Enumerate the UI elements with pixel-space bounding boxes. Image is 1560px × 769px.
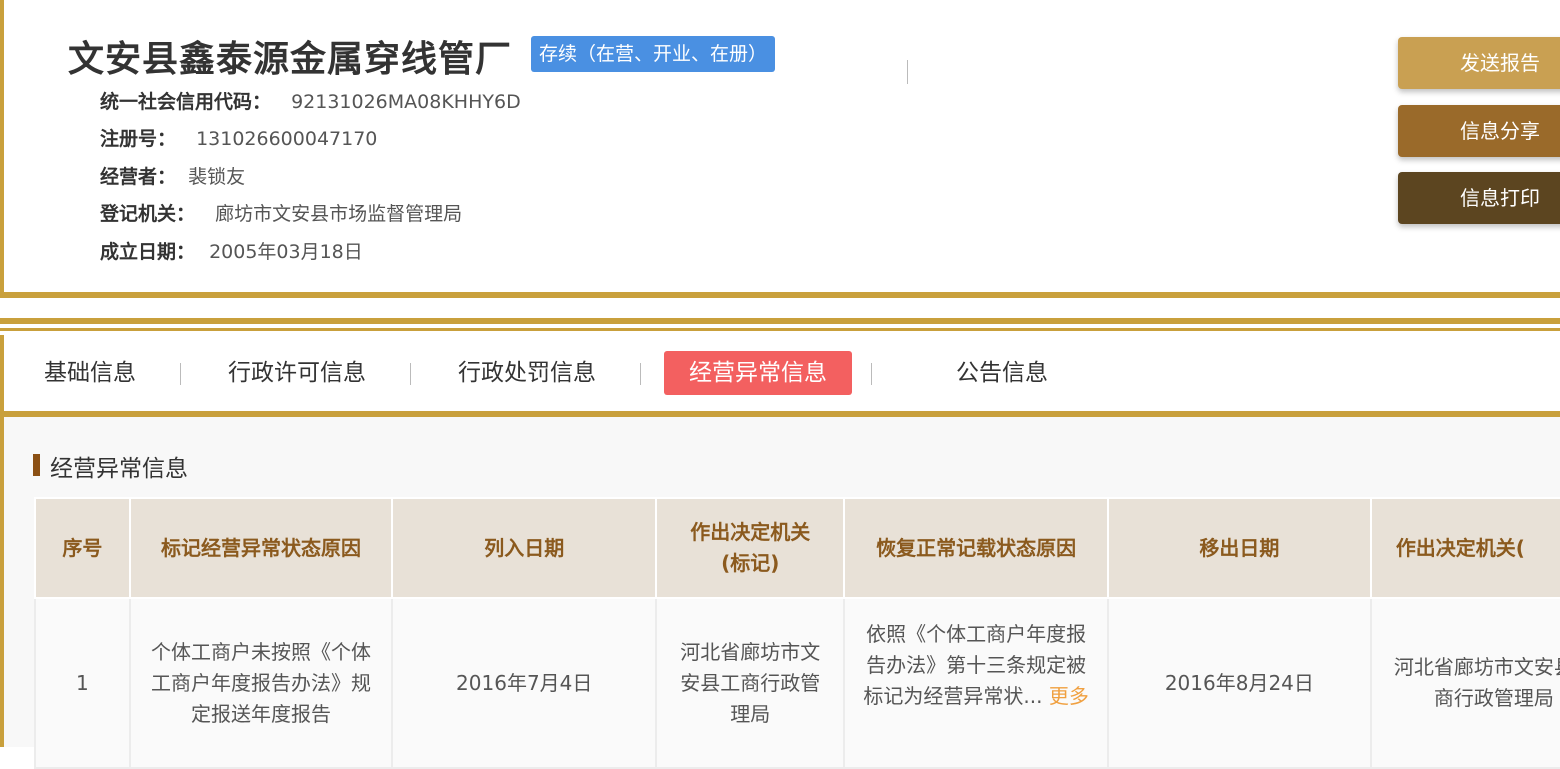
info-row-credit-code: 统一社会信用代码： 92131026MA08KHHY6D: [100, 87, 521, 114]
info-label: 经营者：: [100, 166, 177, 188]
table-header-row: 序号 标记经营异常状态原因 列入日期 作出决定机关 (标记) 恢复正常记载状态原…: [34, 497, 1560, 599]
tab-announcements[interactable]: 公告信息: [956, 351, 1048, 395]
info-value: 2005年03月18日: [209, 241, 363, 263]
divider: [0, 328, 1560, 331]
column-header-remove-date: 移出日期: [1106, 497, 1372, 599]
info-row-operator: 经营者： 裴锁友: [100, 162, 245, 189]
abnormal-operation-table: 序号 标记经营异常状态原因 列入日期 作出决定机关 (标记) 恢复正常记载状态原…: [34, 497, 1560, 769]
info-value: 131026600047170: [196, 128, 378, 150]
info-label: 成立日期：: [100, 241, 196, 263]
status-badge: 存续（在营、开业、在册）: [531, 36, 776, 72]
more-link[interactable]: 更多: [1049, 684, 1089, 708]
column-header-authority-line2: (标记): [721, 551, 780, 575]
tab-admin-license[interactable]: 行政许可信息: [228, 351, 366, 395]
column-header-index: 序号: [34, 497, 131, 599]
info-row-authority: 登记机关： 廊坊市文安县市场监督管理局: [100, 199, 462, 226]
section-marker: [33, 454, 40, 476]
tab-separator: [410, 363, 411, 385]
section-title: 经营异常信息: [50, 456, 188, 482]
tab-separator: [871, 363, 872, 385]
info-label: 注册号：: [100, 128, 177, 150]
info-label: 登记机关：: [100, 203, 196, 225]
tab-indicator-tick: [907, 60, 908, 84]
print-info-button[interactable]: 信息打印: [1398, 172, 1560, 224]
abnormal-operation-panel: 经营异常信息 序号 标记经营异常状态原因 列入日期 作出决定机关 (标记) 恢复…: [0, 417, 1560, 769]
info-value: 92131026MA08KHHY6D: [291, 91, 521, 113]
info-row-founded: 成立日期： 2005年03月18日: [100, 237, 363, 264]
tab-basic-info[interactable]: 基础信息: [44, 351, 136, 395]
tab-abnormal-operation[interactable]: 经营异常信息: [664, 351, 852, 395]
column-header-list-date: 列入日期: [391, 497, 658, 599]
company-name: 文安县鑫泰源金属穿线管厂: [68, 39, 513, 80]
divider: [0, 318, 1560, 324]
tab-bar: 基础信息 行政许可信息 行政处罚信息 经营异常信息 公告信息: [0, 335, 1560, 417]
tab-separator: [180, 363, 181, 385]
share-info-button[interactable]: 信息分享: [1398, 105, 1560, 157]
column-header-remove-authority: 作出决定机关(: [1369, 497, 1560, 599]
tab-separator: [640, 363, 641, 385]
info-value: 裴锁友: [188, 166, 246, 188]
tab-admin-penalty[interactable]: 行政处罚信息: [458, 351, 596, 395]
column-header-authority-line1: 作出决定机关: [690, 520, 811, 544]
company-header-card: 文安县鑫泰源金属穿线管厂 存续（在营、开业、在册） 统一社会信用代码： 9213…: [0, 0, 1560, 298]
column-header-reason: 标记经营异常状态原因: [128, 497, 394, 599]
info-value: 廊坊市文安县市场监督管理局: [215, 203, 463, 225]
info-label: 统一社会信用代码：: [100, 91, 272, 113]
column-header-authority: 作出决定机关 (标记): [655, 497, 846, 599]
info-row-reg-number: 注册号： 131026600047170: [100, 124, 377, 151]
send-report-button[interactable]: 发送报告: [1398, 37, 1560, 89]
column-header-restore-reason: 恢复正常记载状态原因: [843, 497, 1109, 599]
